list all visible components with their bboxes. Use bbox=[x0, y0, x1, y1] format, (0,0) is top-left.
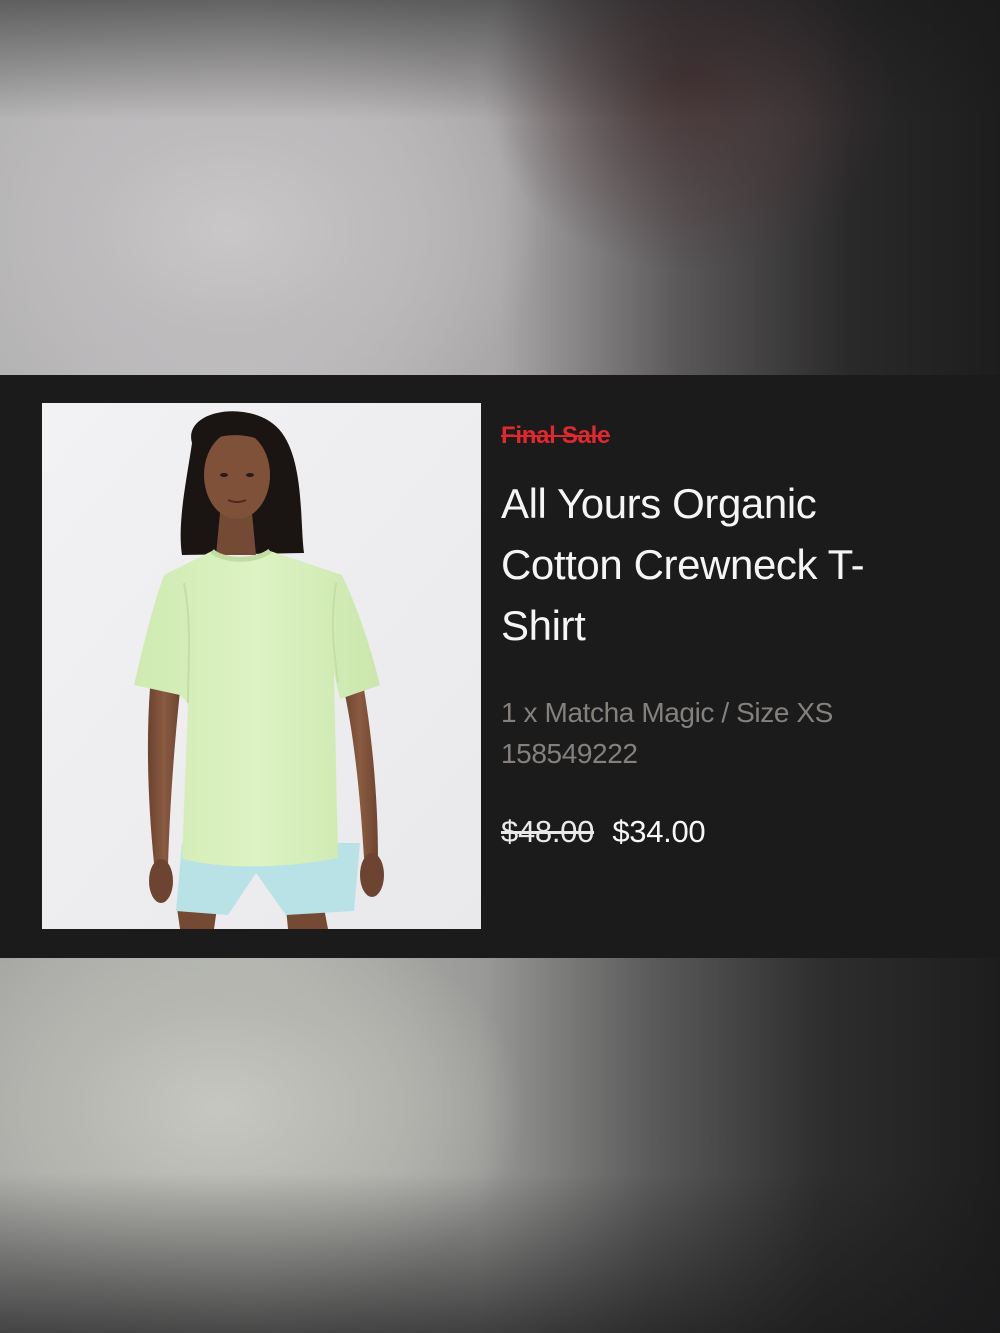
variant-color-size: 1 x Matcha Magic / Size XS bbox=[501, 697, 833, 728]
original-price: $48.00 bbox=[501, 814, 595, 849]
sale-price: $34.00 bbox=[612, 814, 706, 849]
blurred-background-top bbox=[0, 0, 1000, 375]
order-item-card[interactable]: Final Sale All Yours Organic Cotton Crew… bbox=[0, 375, 1000, 958]
product-title[interactable]: All Yours Organic Cotton Crewneck T- Shi… bbox=[501, 473, 971, 656]
price-row: $48.00 $34.00 bbox=[501, 812, 971, 852]
product-image[interactable] bbox=[42, 403, 481, 929]
blurred-background-bottom bbox=[0, 958, 1000, 1333]
model-in-tshirt-illustration bbox=[42, 403, 481, 929]
order-item-details: Final Sale All Yours Organic Cotton Crew… bbox=[501, 421, 971, 852]
final-sale-badge: Final Sale bbox=[501, 422, 611, 449]
item-number: 158549222 bbox=[501, 738, 638, 769]
screen: Final Sale All Yours Organic Cotton Crew… bbox=[0, 0, 1000, 1333]
variant-info: 1 x Matcha Magic / Size XS 158549222 bbox=[501, 692, 971, 774]
